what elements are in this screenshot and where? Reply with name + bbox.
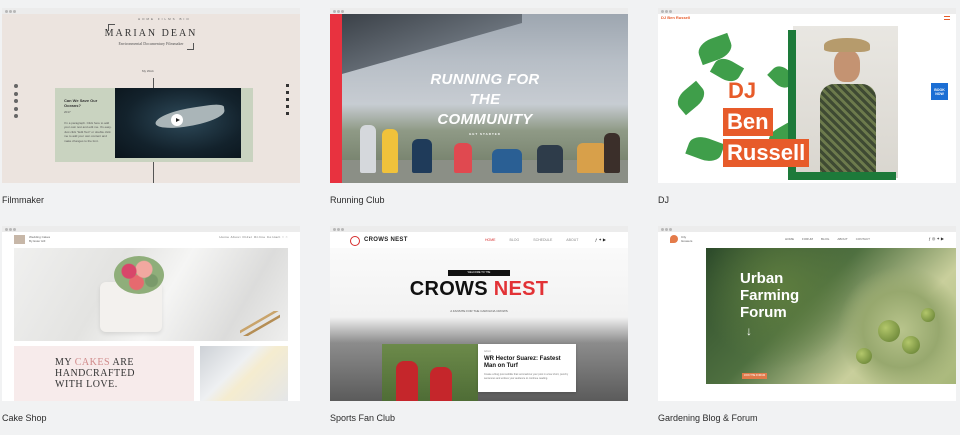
portrait-person (818, 38, 878, 178)
template-preview-running-club[interactable]: RUNNING FOR THE COMMUNITY GET STARTED (330, 8, 628, 183)
browser-chrome (330, 8, 628, 14)
shop-name: Wedding Cakes By Ester Hill (29, 235, 51, 243)
browser-chrome (2, 8, 300, 14)
browser-chrome (330, 226, 628, 232)
preview-nav: Home About Order Online Contact ○ ○ (219, 235, 288, 239)
headline-line: RUNNING FOR (430, 71, 540, 88)
side-dots (14, 84, 18, 122)
leaf-decoration (685, 132, 725, 166)
cta-button: GET STARTED (469, 132, 501, 136)
join-forum-button: JOIN THE FORUM (742, 373, 767, 379)
video-player (115, 88, 241, 158)
site-logo (670, 235, 678, 243)
hero-headline: RUNNING FOR THE COMMUNITY GET STARTED (420, 70, 550, 138)
browser-chrome (658, 8, 956, 14)
story-heading: Can We Save Our Oceans? (64, 98, 98, 108)
leaf-decoration (673, 80, 709, 116)
preview-nav: HOME BLOG SCHEDULE ABOUT (485, 238, 579, 242)
title-ben: Ben (723, 108, 773, 136)
template-card-sports-fan-club[interactable]: CROWS NEST HOME BLOG SCHEDULE ABOUT ƒ ✦ ▶ W… (330, 226, 628, 423)
template-card-running-club[interactable]: RUNNING FOR THE COMMUNITY GET STARTED Ru… (330, 8, 628, 205)
cake-slice-image (200, 346, 288, 401)
spoons-image (240, 311, 280, 336)
template-caption: Filmmaker (2, 195, 44, 205)
template-caption: Cake Shop (2, 413, 47, 423)
preview-name: MARIAN DEAN (104, 28, 198, 39)
brand-label: City Growers (681, 235, 693, 243)
template-preview-cake-shop[interactable]: Wedding Cakes By Ester Hill Home About Or… (2, 226, 300, 401)
template-preview-filmmaker[interactable]: HOME FILMS BIO MARIAN DEAN Environmental… (2, 8, 300, 183)
players-image (382, 344, 478, 401)
social-icons: ƒ ✦ ▶ (595, 237, 606, 242)
bridge-image (342, 14, 522, 74)
headline-line: THE COMMUNITY (437, 91, 533, 128)
shop-logo (14, 235, 25, 244)
template-caption: DJ (658, 195, 669, 205)
book-now-button: BOOK NOW (931, 83, 948, 100)
hero-headline: Urban Farming Forum (740, 270, 800, 321)
template-caption: Sports Fan Club (330, 413, 396, 423)
brand-label: CROWS NEST (364, 237, 408, 243)
story-year: 2017 (64, 110, 71, 114)
post-meta: Admin (484, 350, 492, 353)
browser-chrome (658, 226, 956, 232)
social-icons: ƒ ◎ ✦ ▶ (928, 236, 944, 241)
template-card-cake-shop[interactable]: Wedding Cakes By Ester Hill Home About Or… (2, 226, 300, 423)
post-excerpt: Create a blog post subtitle that summari… (484, 373, 569, 380)
preview-nav: HOME FORUM BLOG ABOUT CONTACT (785, 237, 870, 241)
shark-image (154, 103, 226, 131)
story-paragraph: I'm a paragraph. Click here to add your … (64, 120, 112, 143)
template-preview-dj[interactable]: DJ Ben Russell DJ Ben Russell BOOK NOW (658, 8, 956, 183)
browser-chrome (2, 226, 300, 232)
template-card-filmmaker[interactable]: HOME FILMS BIO MARIAN DEAN Environmental… (2, 8, 300, 205)
title-russell: Russell (723, 139, 810, 167)
tagline: A FANSITE FOR THE CAROLINA CROWS (450, 309, 508, 313)
template-preview-gardening[interactable]: City Growers HOME FORUM BLOG ABOUT CONTACT ƒ … (658, 226, 956, 401)
template-card-gardening[interactable]: City Growers HOME FORUM BLOG ABOUT CONTACT ƒ … (658, 226, 956, 423)
brand-label: DJ Ben Russell (661, 15, 691, 20)
template-caption: Gardening Blog & Forum (658, 413, 758, 423)
preview-nav: HOME FILMS BIO (138, 17, 191, 21)
menu-icon (944, 16, 950, 20)
post-title: WR Hector Suarez: Fastest Man on Turf (484, 356, 561, 369)
title-dj: DJ (728, 78, 757, 103)
green-frame (788, 172, 896, 180)
club-logo (350, 236, 360, 246)
arrow-down-icon: ↓ (746, 324, 752, 338)
social-icons (286, 84, 289, 119)
template-card-dj[interactable]: DJ Ben Russell DJ Ben Russell BOOK NOW D… (658, 8, 956, 205)
template-caption: Running Club (330, 195, 385, 205)
preview-subtitle: Environmental Documentary Filmmaker (118, 41, 184, 46)
play-icon (171, 114, 183, 126)
featured-post: Admin WR Hector Suarez: Fastest Man on T… (478, 344, 576, 392)
hero-headline: CROWS NEST (409, 278, 549, 300)
hero-headline: MY CAKES ARE HANDCRAFTED WITH LOVE. (55, 357, 135, 390)
section-label: My Work (142, 69, 154, 73)
welcome-label: WELCOME TO THE (448, 270, 510, 276)
flowers-image (114, 256, 164, 294)
template-preview-sports-fan-club[interactable]: CROWS NEST HOME BLOG SCHEDULE ABOUT ƒ ✦ ▶ W… (330, 226, 628, 401)
side-bar (330, 14, 342, 183)
story-text: Can We Save Our Oceans? 2017 I'm a parag… (64, 98, 112, 143)
